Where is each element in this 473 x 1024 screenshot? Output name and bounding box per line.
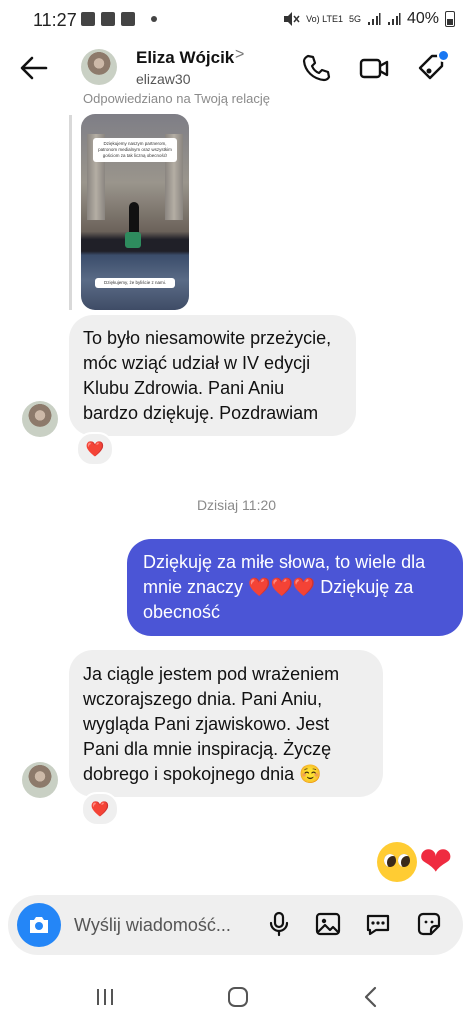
video-camera-icon[interactable] xyxy=(358,52,390,84)
battery-icon xyxy=(445,11,455,27)
mail-notification-icon xyxy=(121,12,135,26)
camera-button[interactable] xyxy=(17,903,61,947)
message-bubble-incoming[interactable]: To było niesamowite przeżycie, móc wziąć… xyxy=(69,315,356,436)
heart-icon: ❤ xyxy=(419,840,453,884)
gallery-notification-icon xyxy=(81,12,95,26)
recent-apps-icon[interactable] xyxy=(90,982,120,1012)
status-time: 11:27 xyxy=(33,10,77,30)
chat-bubble-icon[interactable] xyxy=(364,910,392,938)
notification-badge xyxy=(437,49,450,62)
home-icon[interactable] xyxy=(223,982,253,1012)
network-label: 5G xyxy=(348,13,361,24)
avatar[interactable] xyxy=(22,762,58,798)
contact-username[interactable]: elizaw30 xyxy=(136,71,190,87)
arrow-left-icon[interactable] xyxy=(18,54,50,82)
sticker-icon[interactable] xyxy=(415,910,443,938)
emoji-message-outgoing[interactable]: ❤ xyxy=(377,840,463,884)
battery-percent: 40% xyxy=(406,10,439,27)
avatar[interactable] xyxy=(81,49,117,85)
story-caption-bottom: Dziękujemy, że byliście z nami. xyxy=(95,278,175,288)
message-composer xyxy=(8,895,463,955)
story-thumbnail[interactable]: Dziękujemy naszym partnerom, patronom me… xyxy=(81,114,189,310)
back-chevron-icon[interactable] xyxy=(356,982,386,1012)
signal-icon xyxy=(367,13,381,25)
avatar[interactable] xyxy=(22,401,58,437)
heart-icon: ❤️ xyxy=(85,441,105,458)
contact-name[interactable]: Eliza Wójcik xyxy=(136,48,234,68)
reaction-heart[interactable]: ❤️ xyxy=(81,792,119,826)
mute-icon xyxy=(284,12,300,26)
volte-label: Vo) LTE1 xyxy=(306,13,343,24)
signal-roaming-icon xyxy=(387,13,401,25)
camera-icon xyxy=(30,917,48,933)
chevron-right-icon[interactable]: > xyxy=(235,46,244,64)
status-right: Vo) LTE1 5G 40% xyxy=(282,10,455,28)
message-input[interactable] xyxy=(74,912,254,938)
microphone-icon[interactable] xyxy=(265,910,293,938)
reply-indicator-line xyxy=(69,115,72,310)
message-bubble-incoming[interactable]: Ja ciągle jestem pod wrażeniem wczorajsz… xyxy=(69,650,383,797)
more-notifications-dot-icon xyxy=(151,16,157,22)
reaction-heart[interactable]: ❤️ xyxy=(76,432,114,466)
mail-notification-icon xyxy=(101,12,115,26)
notification-icons xyxy=(81,12,157,26)
message-bubble-outgoing[interactable]: Dziękuję za miłe słowa, to wiele dla mni… xyxy=(127,539,463,636)
system-navigation-bar xyxy=(0,970,473,1024)
timestamp-divider: Dzisiaj 11:20 xyxy=(196,497,277,513)
story-reply-label: Odpowiedziano na Twoją relację xyxy=(83,91,270,106)
pleading-face-icon xyxy=(377,842,417,882)
phone-icon[interactable] xyxy=(300,52,332,84)
tag-button[interactable] xyxy=(416,49,450,84)
status-bar: 11:27 Vo) LTE1 5G 40% xyxy=(0,0,473,40)
story-caption-top: Dziękujemy naszym partnerom, patronom me… xyxy=(93,138,177,162)
image-icon[interactable] xyxy=(314,910,342,938)
heart-icon: ❤️ xyxy=(90,801,110,818)
